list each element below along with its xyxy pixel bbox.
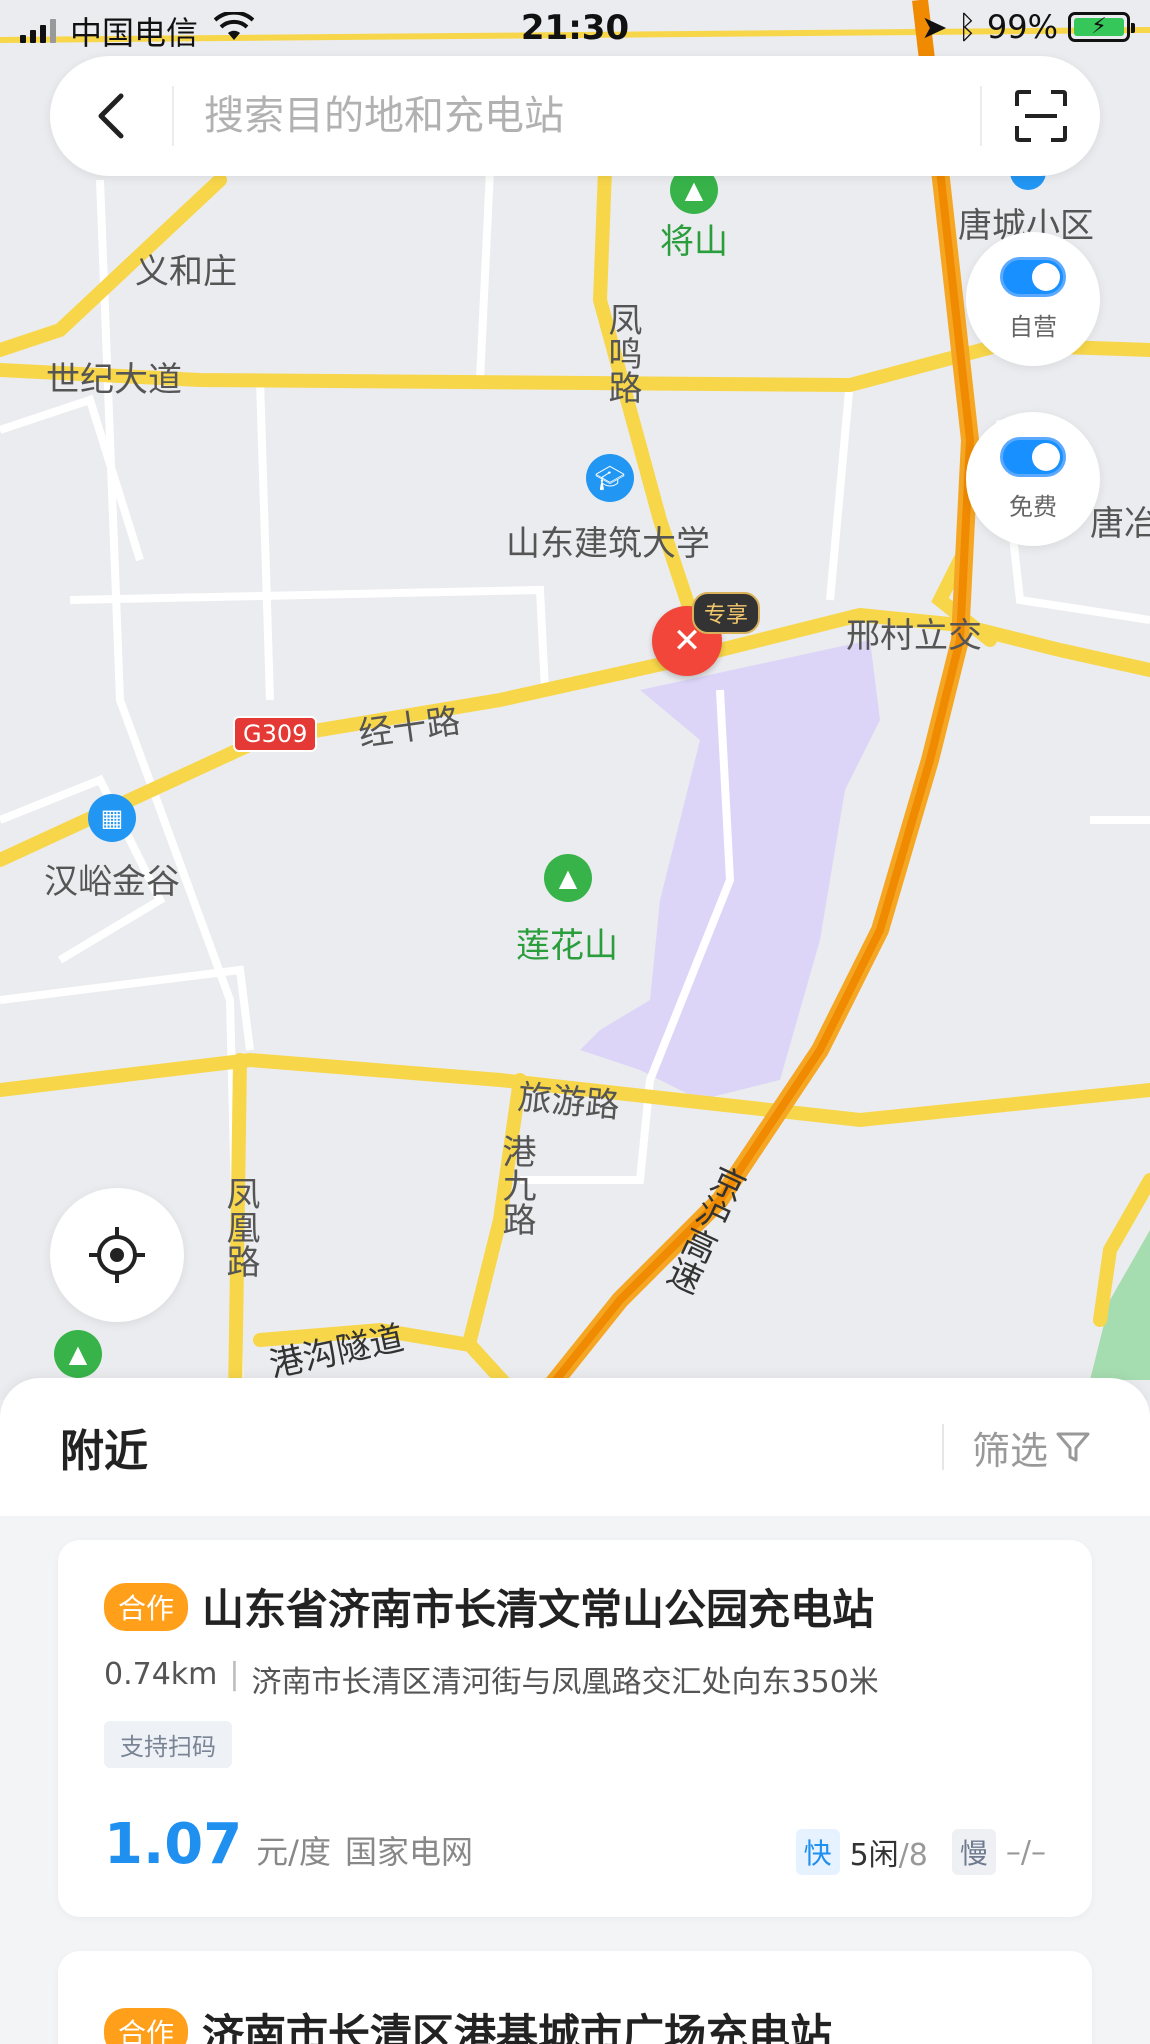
university-pin-icon[interactable]: 🎓︎ xyxy=(586,454,634,502)
building-pin-icon[interactable]: ▦ xyxy=(88,794,136,842)
scan-button[interactable] xyxy=(980,86,1100,146)
map-label-lianhua: 莲花山 xyxy=(516,926,618,966)
station-card[interactable]: 合作 山东省济南市长清文常山公园充电站 0.74km | 济南市长清区清河街与凤… xyxy=(58,1540,1092,1917)
nearby-sheet: 附近 筛选 合作 山东省济南市长清文常山公园充电站 0.74km | 济南市长清… xyxy=(0,1378,1150,2044)
toggle-label: 自营 xyxy=(1009,312,1057,341)
slow-count: –/– xyxy=(1005,1834,1046,1870)
toggle-label: 免费 xyxy=(1009,492,1057,521)
mountain-pin-icon[interactable]: ▲ xyxy=(544,854,592,902)
highway-shield: G309 xyxy=(233,716,318,752)
price-value: 1.07 xyxy=(104,1812,243,1877)
divider: | xyxy=(229,1657,240,1692)
fast-free-count: 5闲 xyxy=(849,1838,899,1873)
slow-charge-badge: 慢 xyxy=(951,1829,996,1875)
sheet-header: 附近 筛选 xyxy=(0,1378,1150,1516)
fast-charge-badge: 快 xyxy=(795,1829,840,1875)
filter-button[interactable]: 筛选 xyxy=(941,1424,1090,1473)
map-view[interactable]: ▲ 🎓︎ ▦ ▲ ▲ 将山 唐城小区 义和庄 世纪大道 凤鸣路 山东建筑大学 唐… xyxy=(0,0,1150,1400)
scan-support-tag: 支持扫码 xyxy=(104,1721,232,1768)
station-name: 济南市长清区港基城市广场充电站 xyxy=(202,2010,833,2044)
station-card[interactable]: 合作 济南市长清区港基城市广场充电站 xyxy=(58,1951,1092,2044)
map-label-university: 山东建筑大学 xyxy=(506,524,710,564)
map-label-shiji: 世纪大道 xyxy=(46,360,182,400)
coop-badge: 合作 xyxy=(104,1582,189,1631)
coop-badge: 合作 xyxy=(104,2007,189,2044)
toggle-switch[interactable] xyxy=(1000,436,1066,477)
scan-icon xyxy=(1015,90,1067,142)
map-label-yihezhuang: 义和庄 xyxy=(135,252,237,292)
map-label-fengming: 凤鸣路 xyxy=(602,302,642,404)
map-label-xingcun: 邢村立交 xyxy=(846,616,982,656)
exclusive-tag: 专享 xyxy=(692,592,761,634)
crosshair-icon xyxy=(89,1227,145,1283)
bluetooth-icon: ᛒ xyxy=(957,8,977,46)
station-name: 山东省济南市长清文常山公园充电站 xyxy=(202,1585,875,1634)
map-label-jiangshan: 将山 xyxy=(660,222,728,262)
map-label-lvyou: 旅游路 xyxy=(516,1077,622,1127)
mountain-pin-icon[interactable]: ▲ xyxy=(54,1330,102,1378)
chevron-left-icon xyxy=(98,93,124,139)
map-label-fenghuang: 凤凰路 xyxy=(220,1176,260,1278)
free-toggle[interactable]: 免费 xyxy=(966,412,1100,546)
battery-icon: ⚡︎ xyxy=(1068,12,1135,42)
fast-total-count: /8 xyxy=(898,1838,928,1873)
operator-name: 国家电网 xyxy=(344,1833,473,1871)
map-label-hanyu: 汉峪金谷 xyxy=(44,862,180,902)
toggle-switch[interactable] xyxy=(1000,256,1066,297)
self-operated-toggle[interactable]: 自营 xyxy=(966,232,1100,366)
locate-button[interactable] xyxy=(50,1188,184,1322)
back-button[interactable] xyxy=(50,86,174,146)
station-address: 济南市长清区清河街与凤凰路交汇处向东350米 xyxy=(251,1665,879,1700)
station-list[interactable]: 合作 山东省济南市长清文常山公园充电站 0.74km | 济南市长清区清河街与凤… xyxy=(0,1516,1150,2044)
price-unit: 元/度 xyxy=(256,1833,331,1871)
location-arrow-icon: ➤ xyxy=(920,8,948,46)
station-distance: 0.74km xyxy=(104,1657,218,1692)
filter-label: 筛选 xyxy=(971,1428,1048,1473)
search-input[interactable] xyxy=(174,93,980,139)
status-bar: 中国电信 21:30 ➤ ᛒ 99% ⚡︎ xyxy=(0,0,1150,56)
filter-icon xyxy=(1056,1432,1090,1462)
search-bar xyxy=(50,56,1100,176)
battery-percent: 99% xyxy=(986,8,1058,46)
sheet-title: 附近 xyxy=(60,1426,148,1477)
map-label-tangye: 唐冶 xyxy=(1090,504,1150,544)
map-label-gangjiu: 港九路 xyxy=(496,1134,536,1236)
